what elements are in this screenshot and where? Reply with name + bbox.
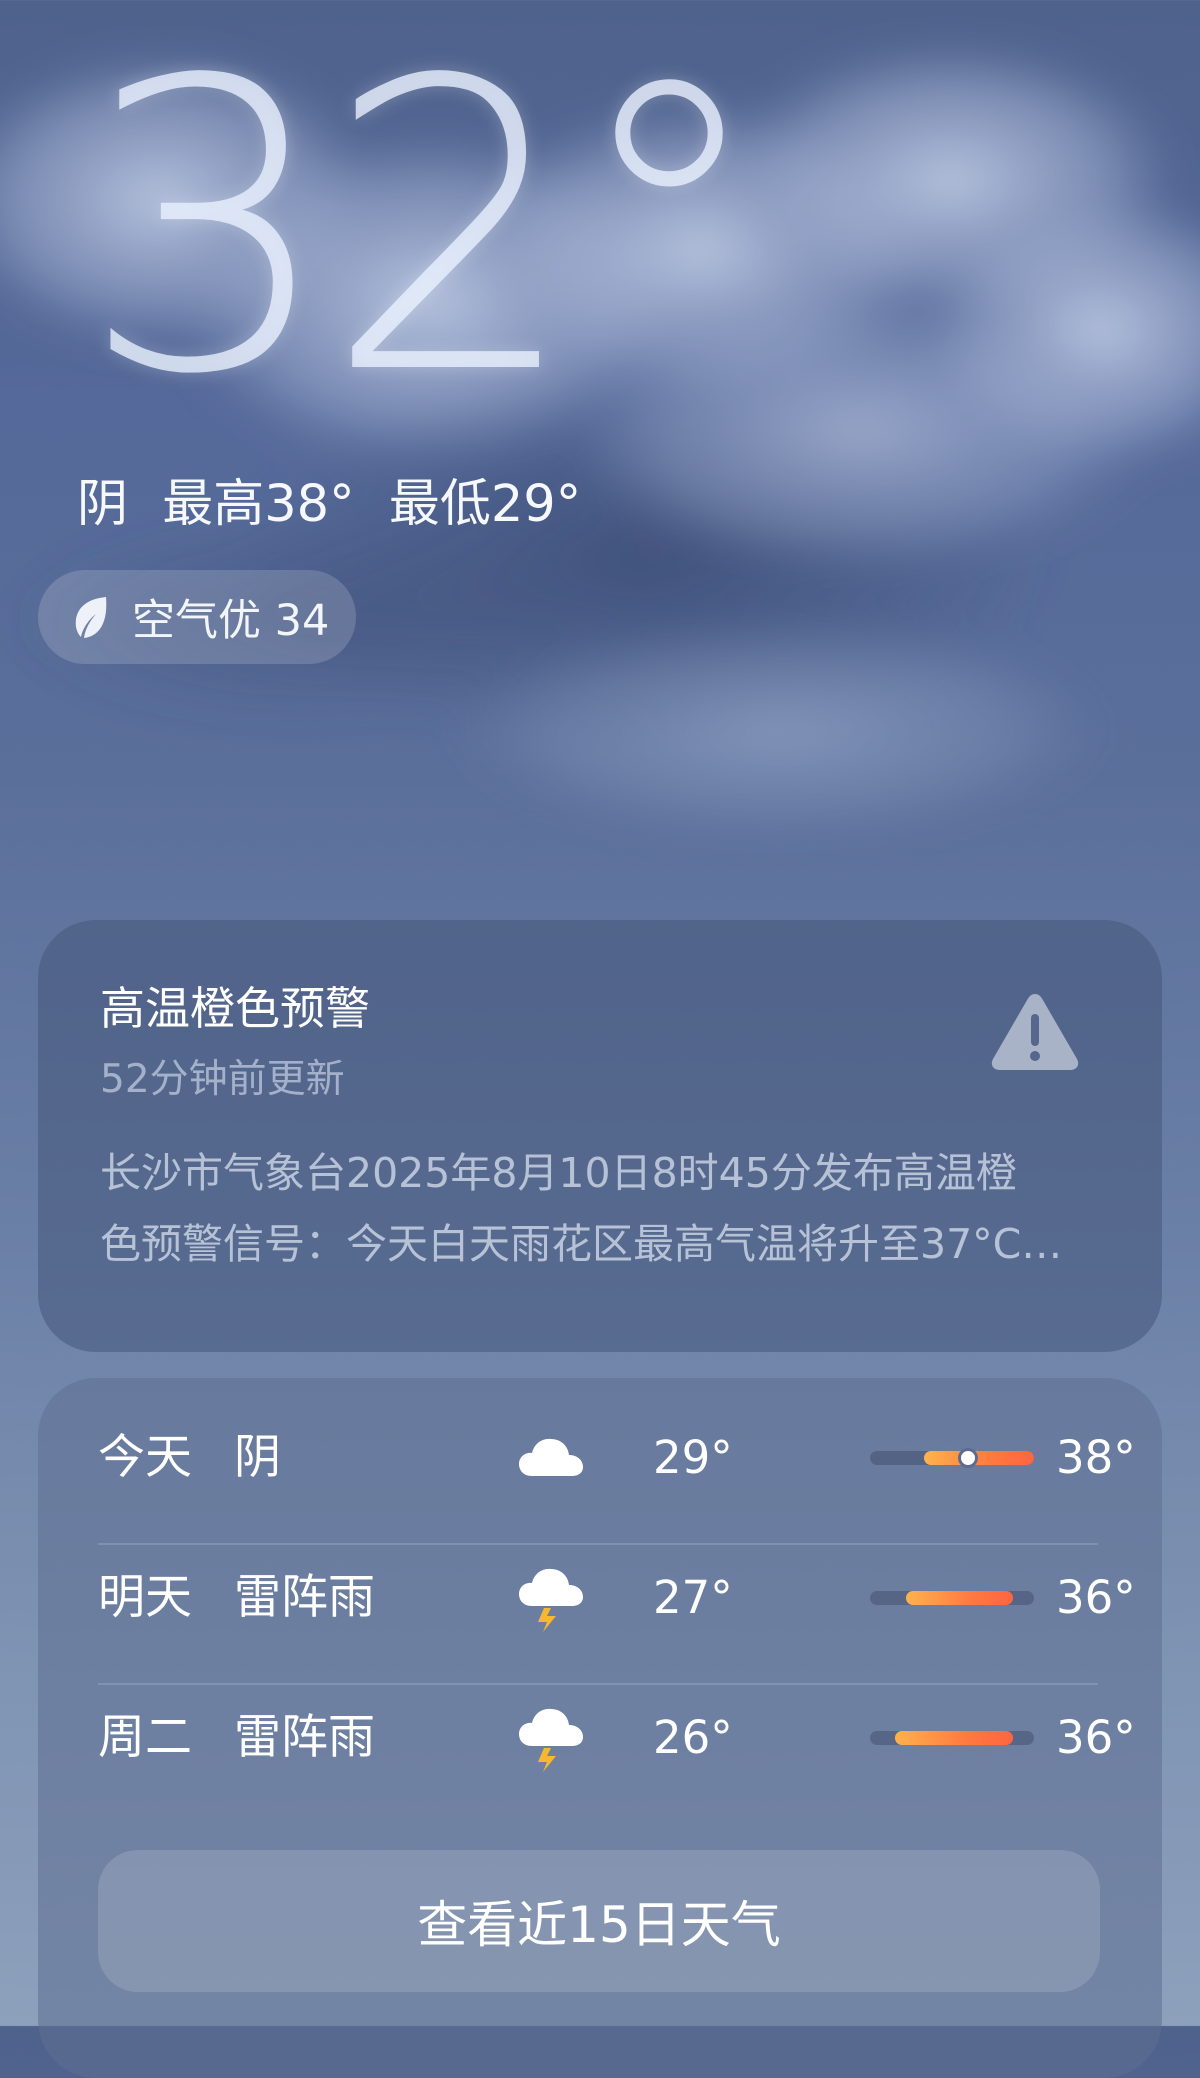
forecast-low: 27°	[653, 1571, 733, 1624]
temperature-range-fill	[906, 1591, 1013, 1605]
forecast-row-tuesday[interactable]: 周二 雷阵雨 26° 36°	[98, 1668, 1136, 1808]
forecast-day: 明天	[98, 1570, 192, 1625]
forecast-day: 今天	[98, 1430, 192, 1485]
weather-alert-card[interactable]: 高温橙色预警 52分钟前更新 长沙市气象台2025年8月10日8时45分发布高温…	[38, 920, 1162, 1352]
forecast-row-today[interactable]: 今天 阴 29° 38°	[98, 1388, 1136, 1528]
temperature-range-bar	[870, 1451, 1034, 1465]
forecast-high: 38°	[1056, 1431, 1136, 1484]
forecast-day: 周二	[98, 1710, 192, 1765]
view-15-day-forecast-button[interactable]: 查看近15日天气	[98, 1850, 1100, 1992]
today-high: 最高38°	[162, 475, 355, 534]
cloud-icon	[519, 1438, 583, 1476]
forecast-high: 36°	[1056, 1711, 1136, 1764]
current-temperature: 32°	[80, 0, 769, 462]
air-quality-badge[interactable]: 空气优 34	[38, 570, 356, 664]
thunderstorm-icon	[519, 1708, 583, 1772]
forecast-row-tomorrow[interactable]: 明天 雷阵雨 27° 36°	[98, 1528, 1136, 1668]
forecast-high: 36°	[1056, 1571, 1136, 1624]
forecast-condition: 雷阵雨	[234, 1570, 375, 1625]
temperature-range-bar	[870, 1591, 1034, 1605]
current-condition: 阴	[77, 475, 129, 534]
forecast-condition: 雷阵雨	[234, 1710, 375, 1765]
alert-body: 长沙市气象台2025年8月10日8时45分发布高温橙 色预警信号：今天白天雨花区…	[100, 1138, 1100, 1280]
alert-body-line-1: 长沙市气象台2025年8月10日8时45分发布高温橙	[100, 1149, 1017, 1197]
temperature-range-bar	[870, 1731, 1034, 1745]
warning-triangle-icon	[991, 994, 1079, 1070]
forecast-condition: 阴	[234, 1430, 281, 1485]
temperature-range-fill	[924, 1451, 1034, 1465]
air-quality-label: 空气优 34	[132, 596, 330, 646]
alert-body-line-2: 色预警信号：今天白天雨花区最高气温将升至37°C…	[100, 1220, 1063, 1268]
forecast-low: 29°	[653, 1431, 733, 1484]
today-low: 最低29°	[388, 475, 582, 534]
leaf-icon	[75, 597, 107, 638]
thunderstorm-icon	[519, 1568, 583, 1632]
forecast-low: 26°	[653, 1711, 733, 1764]
forecast-card: 今天 阴 29° 38° 明天 雷阵雨 27° 36° 周二 雷阵雨 26° 3…	[38, 1378, 1162, 2078]
alert-updated-time: 52分钟前更新	[100, 1057, 345, 1102]
temperature-range-fill	[894, 1731, 1013, 1745]
alert-title: 高温橙色预警	[100, 982, 371, 1035]
today-summary: 阴 最高38° 最低29°	[77, 462, 599, 536]
